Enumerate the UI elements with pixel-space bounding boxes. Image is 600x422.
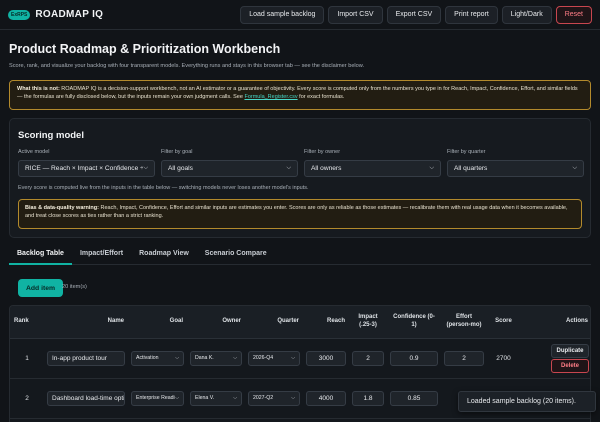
chevron-down-icon: ⌵ (233, 355, 237, 361)
duplicate-button[interactable]: Duplicate (551, 343, 589, 358)
load-sample-backlog-button[interactable]: Load sample backlog (240, 5, 325, 24)
goal-select[interactable]: Activation ⌵ (131, 350, 184, 366)
col-impact[interactable]: Impact (.25-3) (349, 306, 387, 339)
quarter-filter-select[interactable]: All quarters ⌵ (447, 160, 584, 177)
item-count: 20 item(s) (62, 284, 87, 290)
col-goal[interactable]: Goal (128, 306, 187, 339)
owner-filter-value: All owners (311, 165, 342, 172)
owner-value: Elena V. (195, 395, 215, 401)
goal-select[interactable]: Enterprise Readiness⌵ (131, 390, 184, 406)
top-actions: Load sample backlog Import CSV Export CS… (240, 5, 592, 24)
notice-tail: for exact formulas. (297, 94, 345, 101)
tab-impact-effort[interactable]: Impact/Effort (72, 243, 131, 265)
chevron-down-icon: ⌵ (233, 395, 237, 401)
quarter-value: 2026-Q4 (253, 355, 274, 361)
bias-warning: Bias & data-quality warning: Reach, Impa… (18, 199, 582, 229)
chevron-down-icon: ⌵ (143, 165, 148, 171)
page-title: Product Roadmap & Prioritization Workben… (9, 42, 281, 56)
goal-filter-label: Filter by goal (161, 149, 193, 155)
delete-button[interactable]: Delete (551, 358, 589, 373)
print-report-button[interactable]: Print report (445, 5, 498, 24)
add-item-button[interactable]: Add item (18, 279, 64, 297)
rank-cell: 1 (10, 338, 44, 379)
chevron-down-icon: ⌵ (286, 165, 291, 171)
owner-filter-label: Filter by owner (304, 149, 341, 155)
app-brand: ROADMAP IQ (35, 9, 104, 20)
col-rank[interactable]: Rank (10, 306, 44, 339)
import-csv-button[interactable]: Import CSV (328, 5, 383, 24)
confidence-input[interactable]: 0.85 (390, 390, 438, 406)
theme-toggle-button[interactable]: Light/Dark (501, 5, 552, 24)
owner-select[interactable]: Dana K. ⌵ (190, 350, 242, 366)
goal-filter-value: All goals (168, 165, 193, 172)
scoring-help-text: Every score is computed live from the in… (18, 185, 309, 191)
quarter-value: 2027-Q2 (253, 395, 274, 401)
col-reach[interactable]: Reach (303, 306, 349, 339)
chevron-down-icon: ⌵ (572, 165, 577, 171)
col-effort[interactable]: Effort (person-mo) (441, 306, 487, 339)
quarter-select[interactable]: 2026-Q4 ⌵ (248, 350, 300, 366)
impact-input[interactable]: 2 (352, 350, 384, 366)
goal-value: Activation (136, 355, 159, 361)
col-score[interactable]: Score (487, 306, 520, 339)
goal-value: Enterprise Readiness (136, 395, 175, 401)
active-model-value: RICE — Reach × Impact × Confidence ÷ Eff… (25, 165, 144, 172)
chevron-down-icon: ⌵ (175, 395, 179, 401)
table-header-row: Rank Name Goal Owner Quarter Reach Impac… (10, 306, 590, 339)
tab-roadmap-view[interactable]: Roadmap View (131, 243, 197, 265)
quarter-filter-label: Filter by quarter (447, 149, 486, 155)
formula-register-link[interactable]: Formula_Register.csv (244, 94, 297, 100)
owner-value: Dana K. (195, 355, 214, 361)
col-actions: Actions (520, 306, 590, 339)
chevron-down-icon: ⌵ (291, 395, 295, 401)
table-row: 1 In-app product tour Activation ⌵ Dana K… (10, 338, 590, 379)
disclaimer-notice: What this is not: ROADMAP IQ is a decisi… (9, 80, 591, 110)
impact-input[interactable]: 1.8 (352, 390, 384, 406)
reach-input[interactable]: 4000 (306, 390, 346, 406)
reset-button[interactable]: Reset (555, 5, 592, 24)
bias-warning-heading: Bias & data-quality warning: (25, 205, 99, 211)
notice-heading: What this is not: (17, 86, 60, 92)
bias-warning-text: Reach, Impact, Confidence, Effort and si… (25, 205, 568, 220)
name-input[interactable]: In-app product tour (47, 350, 125, 366)
owner-select[interactable]: Elena V. ⌵ (190, 390, 242, 406)
toast-message: Loaded sample backlog (20 items). (458, 391, 596, 412)
chevron-down-icon: ⌵ (429, 165, 434, 171)
scoring-model-panel: Scoring model Active model RICE — Reach … (9, 118, 591, 238)
col-quarter[interactable]: Quarter (245, 306, 303, 339)
view-tabs: Backlog Table Impact/Effort Roadmap View… (9, 243, 591, 265)
chevron-down-icon: ⌵ (291, 355, 295, 361)
quarter-filter-value: All quarters (454, 165, 488, 172)
tab-scenario-compare[interactable]: Scenario Compare (197, 243, 275, 265)
score-cell: 2700 (487, 338, 520, 379)
scoring-heading: Scoring model (18, 130, 84, 141)
active-model-select[interactable]: RICE — Reach × Impact × Confidence ÷ Eff… (18, 160, 155, 177)
export-csv-button[interactable]: Export CSV (386, 5, 442, 24)
page-subtitle: Score, rank, and visualize your backlog … (9, 63, 365, 69)
rank-cell: 2 (10, 378, 44, 419)
col-confidence[interactable]: Confidence (0-1) (387, 306, 441, 339)
quarter-select[interactable]: 2027-Q2 ⌵ (248, 390, 300, 406)
confidence-input[interactable]: 0.9 (390, 350, 438, 366)
owner-filter-select[interactable]: All owners ⌵ (304, 160, 441, 177)
col-name[interactable]: Name (44, 306, 128, 339)
app-badge: ExRPS (8, 9, 31, 20)
top-bar: ExRPS ROADMAP IQ Load sample backlog Imp… (0, 0, 600, 30)
name-input[interactable]: Dashboard load-time optimization (47, 390, 125, 406)
goal-filter-select[interactable]: All goals ⌵ (161, 160, 298, 177)
tab-backlog-table[interactable]: Backlog Table (9, 243, 72, 265)
reach-input[interactable]: 3000 (306, 350, 346, 366)
chevron-down-icon: ⌵ (175, 355, 179, 361)
active-model-label: Active model (18, 149, 50, 155)
effort-input[interactable]: 2 (444, 350, 484, 366)
col-owner[interactable]: Owner (187, 306, 245, 339)
